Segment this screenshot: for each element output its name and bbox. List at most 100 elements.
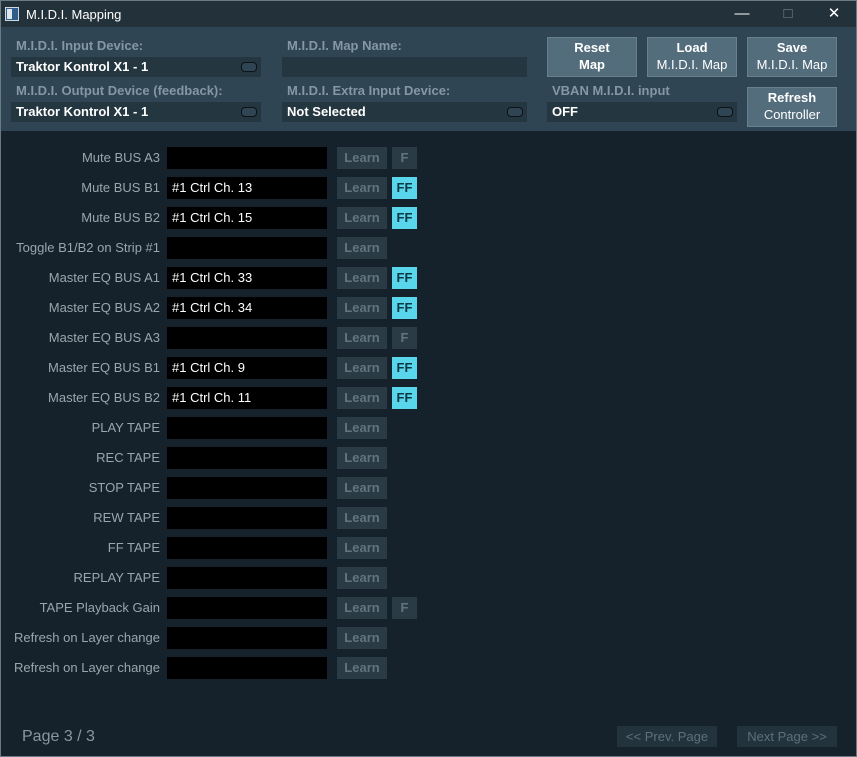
window-title: M.I.D.I. Mapping: [26, 7, 122, 22]
refresh-controller-button[interactable]: Refresh Controller: [747, 87, 837, 127]
reset-map-line1: Reset: [574, 40, 610, 55]
feedback-toggle[interactable]: FF: [392, 357, 417, 379]
mapping-row-field[interactable]: [167, 567, 327, 589]
save-map-button[interactable]: Save M.I.D.I. Map: [747, 37, 837, 77]
mapping-row-label: Mute BUS B1: [81, 180, 160, 195]
mapping-row-label: Master EQ BUS A3: [48, 330, 160, 345]
maximize-icon[interactable]: □: [765, 1, 811, 27]
mapping-row-label: Mute BUS A3: [81, 150, 160, 165]
reset-map-button[interactable]: Reset Map: [547, 37, 637, 77]
mapping-row-label: REPLAY TAPE: [73, 570, 160, 585]
feedback-toggle[interactable]: F: [392, 597, 417, 619]
learn-button[interactable]: Learn: [337, 417, 387, 439]
learn-button[interactable]: Learn: [337, 477, 387, 499]
mapping-row-label: Toggle B1/B2 on Strip #1: [16, 240, 160, 255]
mapping-row-field[interactable]: [167, 627, 327, 649]
mapping-row-field[interactable]: [167, 537, 327, 559]
minimize-icon[interactable]: —: [719, 1, 765, 27]
learn-button[interactable]: Learn: [337, 597, 387, 619]
page-indicator: Page 3 / 3: [22, 728, 95, 745]
load-map-line1: Load: [676, 40, 708, 55]
mapping-row-label: Master EQ BUS B2: [48, 390, 160, 405]
load-map-line2: M.I.D.I. Map: [656, 57, 728, 72]
feedback-toggle[interactable]: FF: [392, 207, 417, 229]
mapping-row-label: Refresh on Layer change: [14, 630, 160, 645]
learn-button[interactable]: Learn: [337, 297, 387, 319]
learn-button[interactable]: Learn: [337, 537, 387, 559]
title-bar: M.I.D.I. Mapping — □ ✕: [1, 1, 856, 27]
feedback-toggle[interactable]: FF: [392, 177, 417, 199]
learn-button[interactable]: Learn: [337, 357, 387, 379]
save-map-line2: M.I.D.I. Map: [756, 57, 828, 72]
mapping-row-field[interactable]: [167, 507, 327, 529]
mapping-row-label: STOP TAPE: [88, 480, 160, 495]
device-header: M.I.D.I. Input Device: Traktor Kontrol X…: [1, 27, 856, 131]
mapping-row-label: PLAY TAPE: [91, 420, 160, 435]
mapping-row-label: REW TAPE: [93, 510, 160, 525]
input-device-label: M.I.D.I. Input Device:: [16, 38, 144, 53]
learn-button[interactable]: Learn: [337, 177, 387, 199]
save-map-line1: Save: [776, 40, 808, 55]
mapping-row-label: Refresh on Layer change: [14, 660, 160, 675]
next-page-button[interactable]: Next Page >>: [737, 726, 837, 747]
mapping-row-label: Mute BUS B2: [81, 210, 160, 225]
mapping-row-label: REC TAPE: [96, 450, 160, 465]
output-device-select[interactable]: Traktor Kontrol X1 - 1: [11, 102, 261, 122]
dropdown-toggle-icon: [507, 107, 523, 117]
dropdown-toggle-icon: [717, 107, 733, 117]
mapping-row-field[interactable]: #1 Ctrl Ch. 13: [167, 177, 327, 199]
mapping-row-field[interactable]: #1 Ctrl Ch. 11: [167, 387, 327, 409]
prev-page-button[interactable]: << Prev. Page: [617, 726, 717, 747]
learn-button[interactable]: Learn: [337, 387, 387, 409]
learn-button[interactable]: Learn: [337, 657, 387, 679]
mapping-row-field[interactable]: [167, 237, 327, 259]
mapping-row-field[interactable]: [167, 327, 327, 349]
feedback-toggle[interactable]: F: [392, 147, 417, 169]
mapping-row-field[interactable]: [167, 447, 327, 469]
vban-value: OFF: [552, 104, 578, 119]
learn-button[interactable]: Learn: [337, 267, 387, 289]
learn-button[interactable]: Learn: [337, 207, 387, 229]
vban-select[interactable]: OFF: [547, 102, 737, 122]
mapping-row-field[interactable]: #1 Ctrl Ch. 33: [167, 267, 327, 289]
feedback-toggle[interactable]: FF: [392, 297, 417, 319]
learn-button[interactable]: Learn: [337, 507, 387, 529]
extra-input-value: Not Selected: [287, 104, 366, 119]
learn-button[interactable]: Learn: [337, 237, 387, 259]
reset-map-line2: Map: [579, 57, 605, 72]
mapping-row-field[interactable]: #1 Ctrl Ch. 15: [167, 207, 327, 229]
mapping-row-field[interactable]: #1 Ctrl Ch. 9: [167, 357, 327, 379]
output-device-label: M.I.D.I. Output Device (feedback):: [16, 83, 223, 98]
learn-button[interactable]: Learn: [337, 147, 387, 169]
dropdown-toggle-icon: [241, 62, 257, 72]
mapping-row-field[interactable]: [167, 477, 327, 499]
mapping-row-label: Master EQ BUS B1: [48, 360, 160, 375]
map-name-field[interactable]: [282, 57, 527, 77]
feedback-toggle[interactable]: FF: [392, 267, 417, 289]
app-icon: [5, 7, 19, 21]
mapping-row-field[interactable]: [167, 657, 327, 679]
learn-button[interactable]: Learn: [337, 447, 387, 469]
mapping-row-field[interactable]: #1 Ctrl Ch. 34: [167, 297, 327, 319]
mapping-row-field[interactable]: [167, 597, 327, 619]
extra-input-select[interactable]: Not Selected: [282, 102, 527, 122]
learn-button[interactable]: Learn: [337, 627, 387, 649]
learn-button[interactable]: Learn: [337, 567, 387, 589]
input-device-select[interactable]: Traktor Kontrol X1 - 1: [11, 57, 261, 77]
input-device-value: Traktor Kontrol X1 - 1: [16, 59, 149, 74]
vban-label: VBAN M.I.D.I. input: [552, 83, 670, 98]
feedback-toggle[interactable]: F: [392, 327, 417, 349]
refresh-line1: Refresh: [767, 90, 817, 105]
mapping-row-label: TAPE Playback Gain: [39, 600, 160, 615]
extra-input-label: M.I.D.I. Extra Input Device:: [287, 83, 451, 98]
feedback-toggle[interactable]: FF: [392, 387, 417, 409]
learn-button[interactable]: Learn: [337, 327, 387, 349]
mapping-row-field[interactable]: [167, 417, 327, 439]
map-name-label: M.I.D.I. Map Name:: [287, 38, 402, 53]
refresh-line2: Controller: [763, 107, 821, 122]
mapping-row-field[interactable]: [167, 147, 327, 169]
close-icon[interactable]: ✕: [811, 1, 857, 27]
load-map-button[interactable]: Load M.I.D.I. Map: [647, 37, 737, 77]
dropdown-toggle-icon: [241, 107, 257, 117]
output-device-value: Traktor Kontrol X1 - 1: [16, 104, 149, 119]
